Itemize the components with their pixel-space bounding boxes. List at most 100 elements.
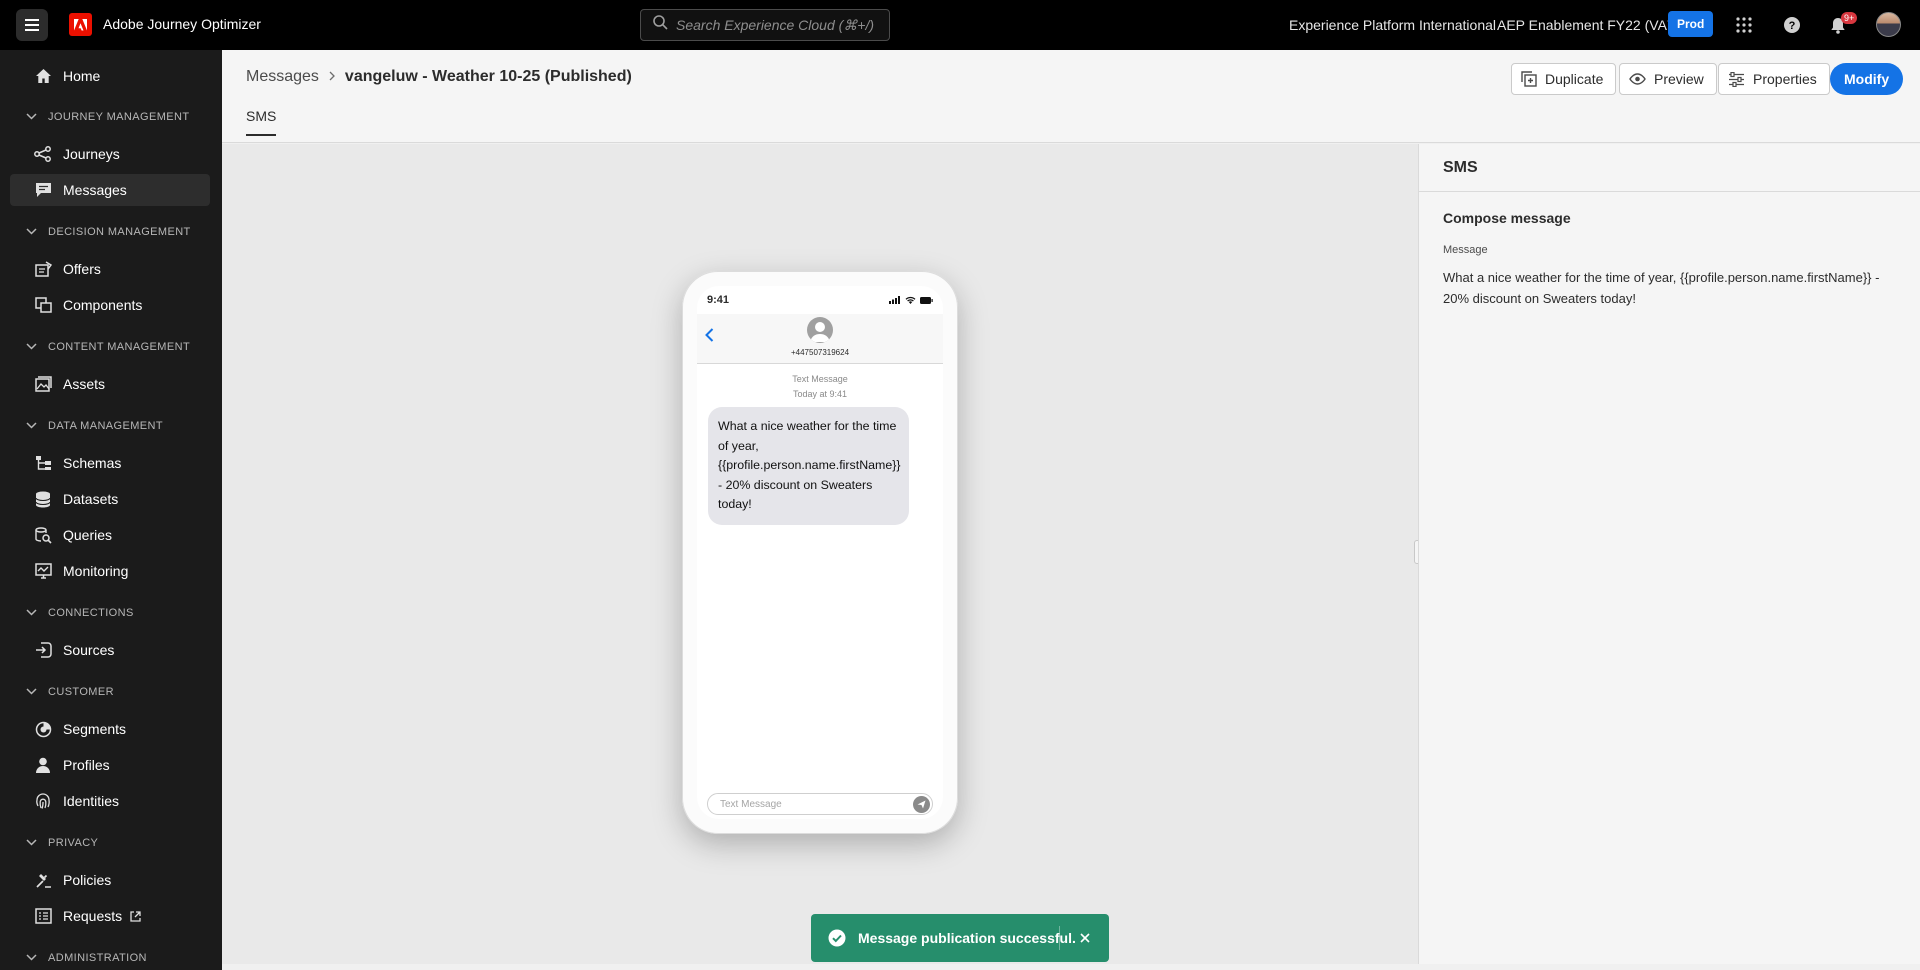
wifi-icon	[905, 296, 916, 304]
sidebar-item-policies[interactable]: Policies	[10, 864, 210, 896]
sidebar-item-label: Components	[63, 297, 143, 313]
toast-message: Message publication successful.	[858, 930, 1076, 946]
sidebar-item-datasets[interactable]: Datasets	[10, 483, 210, 515]
schema-icon	[34, 454, 52, 472]
section-content-management[interactable]: CONTENT MANAGEMENT	[26, 341, 190, 353]
close-icon[interactable]	[1075, 928, 1095, 948]
sliders-icon	[1728, 71, 1745, 87]
section-privacy[interactable]: PRIVACY	[26, 837, 98, 849]
sidebar-item-label: Profiles	[63, 757, 110, 773]
sidebar-item-label: Segments	[63, 721, 127, 737]
help-icon[interactable]: ?	[1780, 13, 1804, 37]
chevron-left-icon[interactable]	[705, 328, 714, 347]
breadcrumb: Messages vangeluw - Weather 10-25 (Publi…	[246, 68, 632, 86]
message-type: Text Message	[792, 374, 848, 384]
chevron-down-icon	[26, 341, 38, 353]
sidebar-item-label: Identities	[63, 793, 120, 809]
sidebar-item-journeys[interactable]: Journeys	[10, 138, 210, 170]
chevron-right-icon	[329, 70, 335, 84]
bubble-line: {{profile.person.name.firstName}}	[718, 458, 901, 473]
bubble-line: What a nice weather for the time	[718, 419, 897, 433]
duplicate-button[interactable]: Duplicate	[1511, 63, 1617, 95]
message-line: What a nice weather for the time of year…	[1443, 270, 1880, 285]
sidebar-item-monitoring[interactable]: Monitoring	[10, 555, 210, 587]
sidebar-item-components[interactable]: Components	[10, 289, 210, 321]
battery-icon	[920, 296, 933, 304]
signal-icon	[889, 296, 900, 304]
sms-contact-header: +447507319624	[697, 314, 943, 364]
message-value: What a nice weather for the time of year…	[1443, 267, 1888, 309]
sidebar-item-offers[interactable]: Offers	[10, 253, 210, 285]
section-customer[interactable]: CUSTOMER	[26, 686, 114, 698]
home-icon	[34, 67, 52, 85]
checkmark-circle-icon	[828, 929, 846, 947]
menu-icon[interactable]	[16, 9, 48, 41]
properties-panel: SMS Compose message Message What a nice …	[1418, 144, 1920, 964]
section-connections[interactable]: CONNECTIONS	[26, 607, 134, 619]
top-bar: Adobe Journey Optimizer Experience Platf…	[0, 0, 1920, 50]
section-administration[interactable]: ADMINISTRATION	[26, 952, 147, 964]
chevron-down-icon	[26, 952, 38, 964]
section-journey-management[interactable]: JOURNEY MANAGEMENT	[26, 111, 189, 123]
sidebar-item-label: Home	[63, 68, 101, 84]
breadcrumb-messages-link[interactable]: Messages	[246, 68, 319, 86]
message-icon	[34, 181, 52, 199]
chevron-down-icon	[26, 686, 38, 698]
tab-sms[interactable]: SMS	[246, 108, 277, 136]
eye-icon	[1629, 73, 1646, 85]
sidebar-item-label: Offers	[63, 261, 101, 277]
message-meta: Text Message Today at 9:41	[697, 372, 943, 402]
chevron-down-icon	[26, 226, 38, 238]
chevron-down-icon	[26, 420, 38, 432]
sidebar-item-label: Datasets	[63, 491, 119, 507]
sms-input-field[interactable]: Text Message	[707, 793, 933, 815]
bubble-line: - 20% discount on Sweaters	[718, 477, 873, 492]
search-input[interactable]	[676, 17, 876, 33]
duplicate-icon	[1521, 71, 1537, 87]
env-badge[interactable]: Prod	[1668, 11, 1714, 37]
section-decision-management[interactable]: DECISION MANAGEMENT	[26, 226, 191, 238]
sidebar-item-sources[interactable]: Sources	[10, 634, 210, 666]
phone-screen: 9:41 +447507319624 Text Message Today at…	[697, 286, 943, 819]
svg-text:?: ?	[1789, 20, 1796, 32]
sidebar-item-requests[interactable]: Requests	[10, 900, 210, 932]
sources-icon	[34, 641, 52, 659]
sidebar-item-label: Assets	[63, 376, 106, 392]
toast-divider	[1059, 926, 1060, 950]
monitoring-icon	[34, 562, 52, 580]
contact-avatar-icon	[807, 317, 833, 343]
sidebar-item-segments[interactable]: Segments	[10, 713, 210, 745]
sidebar-item-label: Monitoring	[63, 563, 129, 579]
fingerprint-icon	[34, 792, 52, 810]
sidebar-item-schemas[interactable]: Schemas	[10, 447, 210, 479]
properties-button[interactable]: Properties	[1718, 63, 1830, 95]
sidebar-item-home[interactable]: Home	[10, 60, 210, 92]
sidebar-item-queries[interactable]: Queries	[10, 519, 210, 551]
bubble-line: of year,	[718, 438, 759, 453]
external-link-icon	[130, 910, 141, 922]
success-toast: Message publication successful.	[811, 914, 1109, 962]
search-icon	[653, 15, 668, 35]
org-name[interactable]: Experience Platform International	[1289, 17, 1496, 33]
preview-button[interactable]: Preview	[1619, 63, 1717, 95]
requests-icon	[34, 907, 52, 925]
apps-grid-icon[interactable]	[1732, 13, 1756, 37]
phone-mockup: 9:41 +447507319624 Text Message Today at…	[682, 271, 958, 834]
user-avatar[interactable]	[1876, 12, 1901, 37]
sidebar-item-label: Queries	[63, 527, 113, 543]
app-title[interactable]: Adobe Journey Optimizer	[103, 16, 261, 32]
sandbox-name[interactable]: AEP Enablement FY22 (VA7)	[1497, 17, 1679, 33]
offers-icon	[34, 260, 52, 278]
search-box[interactable]	[640, 9, 890, 41]
contact-number: +447507319624	[790, 348, 850, 357]
sidebar-item-identities[interactable]: Identities	[10, 785, 210, 817]
notification-badge: 9+	[1841, 12, 1858, 24]
send-icon[interactable]	[913, 796, 930, 813]
sidebar: Home JOURNEY MANAGEMENT Journeys Message…	[0, 50, 222, 970]
sidebar-item-messages[interactable]: Messages	[10, 174, 210, 206]
modify-button[interactable]: Modify	[1830, 63, 1904, 95]
section-data-management[interactable]: DATA MANAGEMENT	[26, 420, 163, 432]
sidebar-item-profiles[interactable]: Profiles	[10, 749, 210, 781]
sidebar-item-assets[interactable]: Assets	[10, 368, 210, 400]
adobe-logo-icon[interactable]	[69, 13, 92, 36]
